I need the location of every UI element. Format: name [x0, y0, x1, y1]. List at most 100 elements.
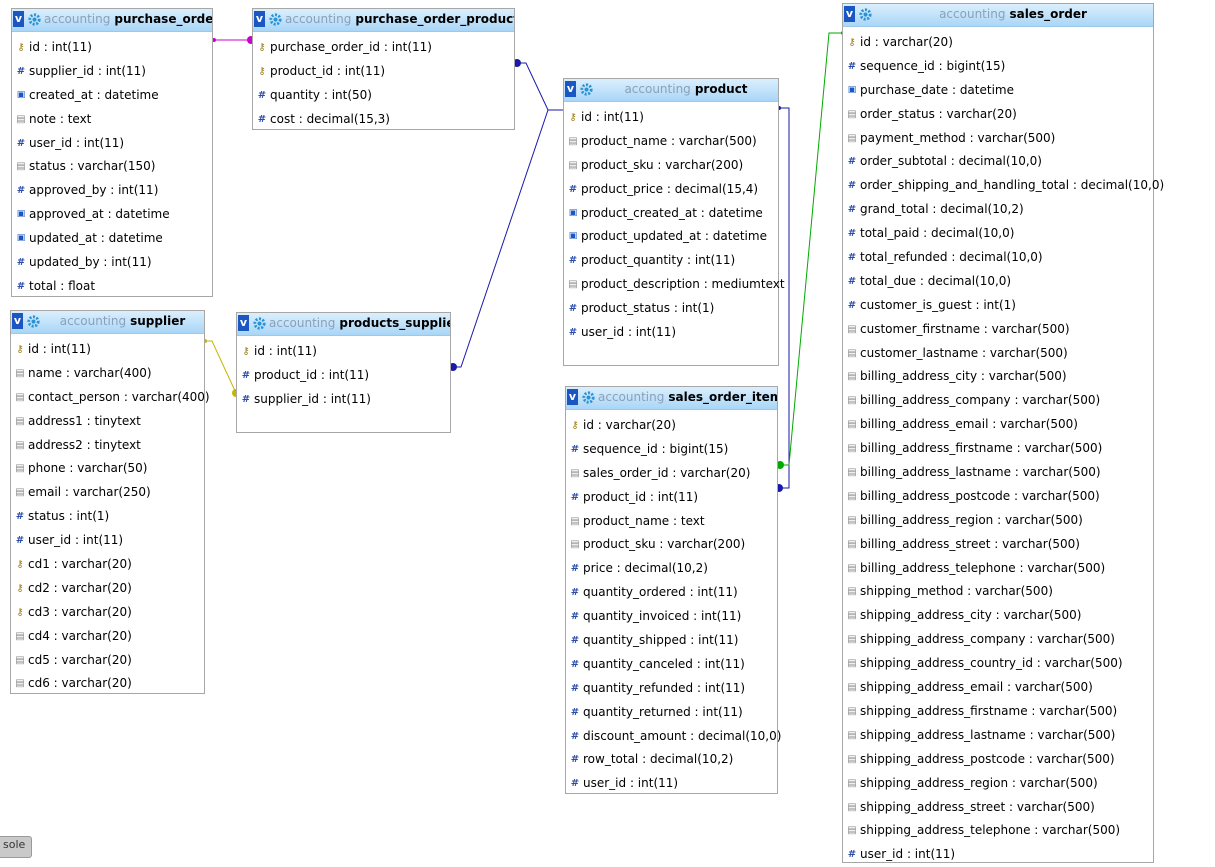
toggle-columns-button[interactable]: v: [238, 315, 249, 331]
table-sales-order[interactable]: v accounting sales_order ⚷ id : varchar(20…: [842, 3, 1164, 863]
column-row[interactable]: ▤ billing_address_telephone : varchar(500…: [843, 557, 1153, 581]
table-header[interactable]: v accounting supplier: [11, 311, 204, 334]
column-row[interactable]: # price : decimal(10,2): [566, 557, 777, 581]
gear-icon[interactable]: [268, 12, 283, 27]
column-row[interactable]: # product_id : int(11): [566, 486, 777, 510]
gear-icon[interactable]: [26, 314, 41, 329]
column-row[interactable]: ⚷ purchase_order_id : int(11): [253, 36, 514, 60]
table-header[interactable]: v accounting product: [564, 79, 778, 102]
column-row[interactable]: ▤ shipping_address_company : varchar(500): [843, 628, 1153, 652]
column-row[interactable]: # sequence_id : bigint(15): [843, 55, 1153, 79]
column-row[interactable]: ▤ shipping_address_postcode : varchar(500…: [843, 748, 1153, 772]
column-row[interactable]: ▤ name : varchar(400): [11, 362, 204, 386]
gear-icon[interactable]: [858, 7, 873, 22]
column-row[interactable]: # sequence_id : bigint(15): [566, 438, 777, 462]
column-row[interactable]: ⚷ id : varchar(20): [566, 414, 777, 438]
column-row[interactable]: # user_id : int(11): [566, 772, 777, 796]
column-row[interactable]: ▣ purchase_date : datetime: [843, 79, 1153, 103]
column-row[interactable]: # discount_amount : decimal(10,0): [566, 725, 782, 749]
column-row[interactable]: ▤ note : text: [12, 108, 212, 132]
column-row[interactable]: # user_id : int(11): [564, 321, 778, 345]
column-row[interactable]: ⚷ cd3 : varchar(20): [11, 601, 204, 625]
column-row[interactable]: ▤ sales_order_id : varchar(20): [566, 462, 777, 486]
table-supplier[interactable]: v accounting supplier ⚷ id : int(11) ▤ name …: [10, 310, 210, 694]
column-row[interactable]: ▤ billing_address_email : varchar(500): [843, 413, 1153, 437]
column-row[interactable]: # quantity_returned : int(11): [566, 701, 777, 725]
toggle-columns-button[interactable]: v: [567, 389, 578, 405]
column-row[interactable]: # quantity_canceled : int(11): [566, 653, 777, 677]
column-row[interactable]: ▤ billing_address_region : varchar(500): [843, 509, 1153, 533]
column-row[interactable]: ▤ product_sku : varchar(200): [566, 533, 777, 557]
column-row[interactable]: # quantity_shipped : int(11): [566, 629, 777, 653]
column-row[interactable]: ▤ status : varchar(150): [12, 155, 212, 179]
column-row[interactable]: # cost : decimal(15,3): [253, 108, 514, 132]
column-row[interactable]: # user_id : int(11): [843, 843, 1153, 867]
toggle-columns-button[interactable]: v: [565, 81, 576, 97]
table-products-supplier[interactable]: v accounting products_supplier ⚷ id : int(…: [236, 312, 451, 433]
column-row[interactable]: ▤ cd5 : varchar(20): [11, 649, 204, 673]
column-row[interactable]: ▤ billing_address_postcode : varchar(500): [843, 485, 1153, 509]
column-row[interactable]: # total_due : decimal(10,0): [843, 270, 1153, 294]
column-row[interactable]: ▤ product_description : mediumtext: [564, 273, 784, 297]
column-row[interactable]: ⚷ cd1 : varchar(20): [11, 553, 204, 577]
column-row[interactable]: # user_id : int(11): [12, 132, 212, 156]
column-row[interactable]: # total : float: [12, 275, 212, 299]
column-row[interactable]: ▤ shipping_address_email : varchar(500): [843, 676, 1153, 700]
column-row[interactable]: # approved_by : int(11): [12, 179, 212, 203]
column-row[interactable]: # product_quantity : int(11): [564, 249, 778, 273]
gear-icon[interactable]: [27, 12, 42, 27]
column-row[interactable]: ⚷ id : int(11): [11, 338, 204, 362]
column-row[interactable]: # product_price : decimal(15,4): [564, 178, 778, 202]
column-row[interactable]: # updated_by : int(11): [12, 251, 212, 275]
table-product[interactable]: v accounting product ⚷ id : int(11) ▤ produc…: [563, 78, 785, 366]
toggle-columns-button[interactable]: v: [844, 6, 855, 22]
column-row[interactable]: ▣ approved_at : datetime: [12, 203, 212, 227]
column-row[interactable]: # total_refunded : decimal(10,0): [843, 246, 1153, 270]
column-row[interactable]: # quantity_invoiced : int(11): [566, 605, 777, 629]
column-row[interactable]: ▤ order_status : varchar(20): [843, 103, 1153, 127]
gear-icon[interactable]: [252, 316, 267, 331]
column-row[interactable]: ▣ created_at : datetime: [12, 84, 212, 108]
column-row[interactable]: ▤ shipping_address_firstname : varchar(50…: [843, 700, 1153, 724]
column-row[interactable]: ⚷ id : int(11): [564, 106, 778, 130]
column-row[interactable]: ▤ customer_lastname : varchar(500): [843, 342, 1153, 366]
table-header[interactable]: v accounting sales_order_item: [566, 387, 777, 410]
column-row[interactable]: # quantity : int(50): [253, 84, 514, 108]
column-row[interactable]: # product_id : int(11): [237, 364, 450, 388]
column-row[interactable]: ▤ billing_address_firstname : varchar(500…: [843, 437, 1153, 461]
table-header[interactable]: v accounting purchase_order: [12, 9, 212, 32]
column-row[interactable]: ▤ shipping_address_lastname : varchar(500…: [843, 724, 1153, 748]
column-row[interactable]: # user_id : int(11): [11, 529, 204, 553]
column-row[interactable]: ▤ contact_person : varchar(400): [11, 386, 209, 410]
column-row[interactable]: ▤ email : varchar(250): [11, 481, 204, 505]
column-row[interactable]: ▤ shipping_address_region : varchar(500): [843, 772, 1153, 796]
column-row[interactable]: # status : int(1): [11, 505, 204, 529]
column-row[interactable]: ▤ address1 : tinytext: [11, 410, 204, 434]
column-row[interactable]: ▤ shipping_address_street : varchar(500): [843, 796, 1153, 820]
column-row[interactable]: ▤ customer_firstname : varchar(500): [843, 318, 1153, 342]
column-row[interactable]: ⚷ product_id : int(11): [253, 60, 514, 84]
column-row[interactable]: ▤ payment_method : varchar(500): [843, 127, 1153, 151]
column-row[interactable]: ⚷ cd2 : varchar(20): [11, 577, 204, 601]
column-row[interactable]: # order_subtotal : decimal(10,0): [843, 150, 1153, 174]
gear-icon[interactable]: [579, 82, 594, 97]
table-purchase-order[interactable]: v accounting purchase_order ⚷ id : int(11)…: [11, 8, 213, 297]
column-row[interactable]: # supplier_id : int(11): [12, 60, 212, 84]
column-row[interactable]: # grand_total : decimal(10,2): [843, 198, 1153, 222]
column-row[interactable]: ▤ product_sku : varchar(200): [564, 154, 778, 178]
column-row[interactable]: # supplier_id : int(11): [237, 388, 450, 412]
table-header[interactable]: v accounting products_supplier: [237, 313, 450, 336]
column-row[interactable]: ▤ billing_address_company : varchar(500): [843, 389, 1153, 413]
toggle-columns-button[interactable]: v: [12, 313, 23, 329]
table-header[interactable]: v accounting purchase_order_products: [253, 9, 514, 32]
column-row[interactable]: ⚷ id : int(11): [12, 36, 212, 60]
column-row[interactable]: ▤ phone : varchar(50): [11, 457, 204, 481]
console-tab[interactable]: sole: [0, 836, 33, 858]
column-row[interactable]: ▤ shipping_address_country_id : varchar(5…: [843, 652, 1153, 676]
column-row[interactable]: ▤ shipping_method : varchar(500): [843, 580, 1153, 604]
table-purchase-order-products[interactable]: v accounting purchase_order_products ⚷ pur…: [252, 8, 515, 130]
gear-icon[interactable]: [581, 390, 596, 405]
column-row[interactable]: ⚷ id : int(11): [237, 340, 450, 364]
column-row[interactable]: # quantity_refunded : int(11): [566, 677, 777, 701]
column-row[interactable]: ▤ cd4 : varchar(20): [11, 625, 204, 649]
